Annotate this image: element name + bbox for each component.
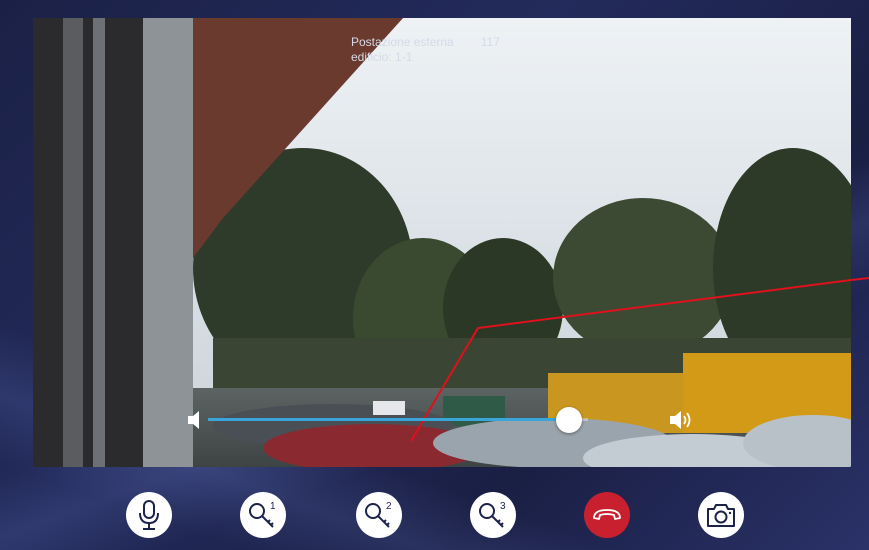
speaker-high-icon[interactable] (668, 410, 694, 435)
key-2-badge: 2 (386, 501, 392, 512)
volume-fill (208, 418, 569, 421)
key-icon: 1 (249, 501, 276, 528)
key-2-button[interactable]: 2 (356, 492, 402, 538)
annotation-line (850, 277, 869, 281)
key-3-button[interactable]: 3 (470, 492, 516, 538)
key-1-badge: 1 (270, 501, 276, 512)
microphone-button[interactable] (126, 492, 172, 538)
volume-slider-thumb[interactable] (556, 407, 582, 433)
key-icon: 2 (365, 501, 392, 528)
key-icon: 3 (479, 501, 506, 528)
volume-track[interactable] (208, 407, 588, 433)
key-1-button[interactable]: 1 (240, 492, 286, 538)
hang-up-button[interactable] (584, 492, 630, 538)
key-3-badge: 3 (500, 501, 506, 512)
call-toolbar: 1 2 3 (0, 482, 869, 550)
volume-control[interactable] (150, 406, 691, 435)
microphone-icon (139, 500, 159, 530)
speaker-low-icon[interactable] (186, 410, 204, 435)
phone-hangup-icon (593, 509, 621, 520)
snapshot-button[interactable] (698, 492, 744, 538)
camera-icon (707, 504, 735, 527)
